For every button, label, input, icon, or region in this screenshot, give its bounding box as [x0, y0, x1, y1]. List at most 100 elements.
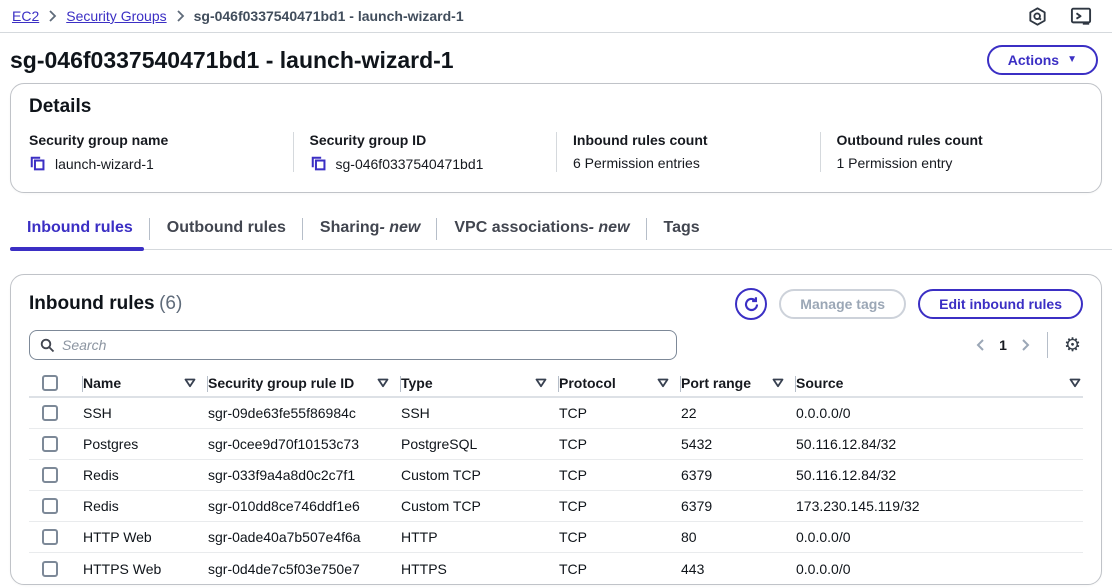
- cell-port-range: 6379: [681, 498, 796, 514]
- field-security-group-id: Security group ID sg-046f0337540471bd1: [293, 132, 557, 172]
- next-page-button[interactable]: [1021, 338, 1031, 352]
- row-checkbox[interactable]: [42, 405, 58, 421]
- field-inbound-rules-count: Inbound rules count 6 Permission entries: [556, 132, 820, 172]
- breadcrumb-current: sg-046f0337540471bd1 - launch-wizard-1: [194, 8, 464, 24]
- field-label: Security group name: [29, 132, 293, 148]
- field-outbound-rules-count: Outbound rules count 1 Permission entry: [820, 132, 1084, 172]
- inbound-rules-panel: Inbound rules (6) Manage tags Edit inbou…: [10, 274, 1102, 585]
- field-security-group-name: Security group name launch-wizard-1: [29, 132, 293, 172]
- tab-vpc-associations[interactable]: VPC associations - new: [437, 209, 646, 250]
- breadcrumb-link-security-groups[interactable]: Security Groups: [66, 8, 166, 24]
- cell-source: 0.0.0.0/0: [796, 405, 1083, 421]
- filter-icon[interactable]: [1069, 378, 1081, 388]
- table-row: HTTP Web sgr-0ade40a7b507e4f6a HTTP TCP …: [29, 522, 1083, 553]
- column-header-source[interactable]: Source: [796, 370, 1083, 396]
- cell-name: HTTP Web: [83, 529, 208, 545]
- column-header-type[interactable]: Type: [401, 370, 559, 396]
- manage-tags-button[interactable]: Manage tags: [779, 289, 906, 319]
- breadcrumb: EC2 Security Groups sg-046f0337540471bd1…: [12, 8, 464, 24]
- column-label: Security group rule ID: [208, 375, 354, 391]
- actions-button[interactable]: Actions ▼: [987, 45, 1098, 75]
- actions-button-label: Actions: [1008, 52, 1059, 68]
- cell-name: Postgres: [83, 436, 208, 452]
- row-checkbox[interactable]: [42, 467, 58, 483]
- cell-type: SSH: [401, 405, 559, 421]
- manage-tags-label: Manage tags: [800, 296, 885, 312]
- column-header-port-range[interactable]: Port range: [681, 370, 796, 396]
- row-checkbox[interactable]: [42, 529, 58, 545]
- page-number[interactable]: 1: [999, 337, 1007, 353]
- chevron-right-icon: [176, 10, 185, 22]
- cell-rule-id: sgr-0d4de7c5f03e750e7: [208, 561, 401, 577]
- filter-icon[interactable]: [184, 378, 196, 388]
- inbound-rules-table: Name Security group rule ID Type Protoco…: [29, 370, 1083, 584]
- column-header-protocol[interactable]: Protocol: [559, 370, 681, 396]
- cell-type: PostgreSQL: [401, 436, 559, 452]
- cell-rule-id: sgr-0cee9d70f10153c73: [208, 436, 401, 452]
- previous-page-button[interactable]: [975, 338, 985, 352]
- row-checkbox[interactable]: [42, 561, 58, 577]
- cell-protocol: TCP: [559, 529, 681, 545]
- cell-name: HTTPS Web: [83, 561, 208, 577]
- select-all-checkbox[interactable]: [42, 375, 58, 391]
- search-input[interactable]: [62, 337, 666, 353]
- panel-count: (6): [159, 293, 182, 314]
- cell-port-range: 5432: [681, 436, 796, 452]
- filter-icon[interactable]: [772, 378, 784, 388]
- column-label: Source: [796, 375, 843, 391]
- tab-sharing[interactable]: Sharing - new: [303, 209, 437, 250]
- column-header-name[interactable]: Name: [83, 370, 208, 396]
- field-value: 1 Permission entry: [837, 155, 953, 171]
- tab-label: Sharing: [320, 219, 380, 237]
- cloudshell-icon[interactable]: [1070, 6, 1092, 26]
- column-label: Protocol: [559, 375, 616, 391]
- filter-icon[interactable]: [535, 378, 547, 388]
- tab-inbound-rules[interactable]: Inbound rules: [10, 209, 150, 250]
- cell-port-range: 80: [681, 529, 796, 545]
- column-label: Name: [83, 375, 121, 391]
- edit-inbound-rules-button[interactable]: Edit inbound rules: [918, 289, 1083, 319]
- cell-port-range: 22: [681, 405, 796, 421]
- field-value: 6 Permission entries: [573, 155, 700, 171]
- caret-down-icon: ▼: [1067, 55, 1077, 65]
- table-row: Redis sgr-033f9a4a8d0c2c7f1 Custom TCP T…: [29, 460, 1083, 491]
- tab-outbound-rules[interactable]: Outbound rules: [150, 209, 303, 250]
- amazon-q-icon[interactable]: [1027, 6, 1048, 27]
- search-box: [29, 330, 677, 360]
- filter-icon[interactable]: [657, 378, 669, 388]
- row-checkbox[interactable]: [42, 436, 58, 452]
- edit-inbound-rules-label: Edit inbound rules: [939, 296, 1062, 312]
- cell-protocol: TCP: [559, 561, 681, 577]
- field-label: Outbound rules count: [837, 132, 1084, 148]
- tab-suffix: - new: [379, 219, 420, 237]
- refresh-button[interactable]: [735, 288, 767, 320]
- table-row: Postgres sgr-0cee9d70f10153c73 PostgreSQ…: [29, 429, 1083, 460]
- tab-suffix: - new: [589, 219, 630, 237]
- breadcrumb-link-ec2[interactable]: EC2: [12, 8, 39, 24]
- cell-protocol: TCP: [559, 405, 681, 421]
- details-heading: Details: [29, 96, 1083, 118]
- panel-title: Inbound rules: [29, 293, 155, 314]
- column-header-rule-id[interactable]: Security group rule ID: [208, 370, 401, 396]
- copy-icon[interactable]: [29, 155, 46, 172]
- table-row: Redis sgr-010dd8ce746ddf1e6 Custom TCP T…: [29, 491, 1083, 522]
- cell-protocol: TCP: [559, 436, 681, 452]
- cell-type: HTTPS: [401, 561, 559, 577]
- tab-label: Tags: [664, 219, 700, 237]
- row-checkbox[interactable]: [42, 498, 58, 514]
- cell-rule-id: sgr-033f9a4a8d0c2c7f1: [208, 467, 401, 483]
- header-checkbox-cell: [29, 370, 83, 396]
- gear-icon[interactable]: ⚙: [1060, 336, 1083, 355]
- tab-label: Outbound rules: [167, 219, 286, 237]
- copy-icon[interactable]: [310, 155, 327, 172]
- tab-label: VPC associations: [454, 219, 588, 237]
- breadcrumb-bar: EC2 Security Groups sg-046f0337540471bd1…: [0, 0, 1112, 33]
- table-header-row: Name Security group rule ID Type Protoco…: [29, 370, 1083, 398]
- filter-icon[interactable]: [377, 378, 389, 388]
- cell-name: Redis: [83, 498, 208, 514]
- tab-label: Inbound rules: [27, 219, 133, 237]
- tab-tags[interactable]: Tags: [647, 209, 717, 250]
- cell-port-range: 443: [681, 561, 796, 577]
- search-icon: [40, 338, 55, 353]
- column-label: Type: [401, 375, 433, 391]
